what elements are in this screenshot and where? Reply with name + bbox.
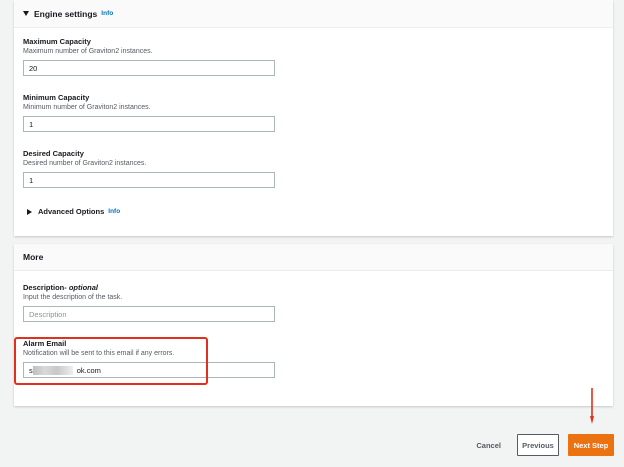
engine-settings-title: Engine settings bbox=[34, 8, 98, 19]
previous-button[interactable]: Previous bbox=[517, 434, 559, 456]
wizard-footer: Cancel Previous Next Step bbox=[476, 434, 614, 456]
engine-settings-panel: Engine settings Info Maximum Capacity Ma… bbox=[14, 0, 613, 236]
more-title: More bbox=[23, 252, 44, 262]
description-label-text: Description bbox=[23, 283, 65, 292]
desired-capacity-input[interactable]: 1 bbox=[23, 172, 275, 188]
max-capacity-input[interactable]: 20 bbox=[23, 60, 275, 76]
max-capacity-field: Maximum Capacity Maximum number of Gravi… bbox=[23, 37, 275, 76]
min-capacity-label: Minimum Capacity bbox=[23, 93, 90, 102]
advanced-options-toggle[interactable]: Advanced Options Info bbox=[27, 207, 120, 216]
cancel-button[interactable]: Cancel bbox=[476, 441, 501, 450]
caret-down-icon[interactable] bbox=[23, 11, 29, 16]
desired-capacity-description: Desired number of Graviton2 instances. bbox=[23, 160, 147, 167]
description-help: Input the description of the task. bbox=[23, 294, 123, 301]
min-capacity-field: Minimum Capacity Minimum number of Gravi… bbox=[23, 93, 275, 132]
advanced-options-label[interactable]: Advanced Options bbox=[38, 207, 104, 216]
more-header: More bbox=[14, 244, 613, 271]
advanced-options-info-link[interactable]: Info bbox=[108, 208, 120, 215]
min-capacity-input[interactable]: 1 bbox=[23, 116, 275, 132]
desired-capacity-field: Desired Capacity Desired number of Gravi… bbox=[23, 149, 275, 188]
max-capacity-label: Maximum Capacity bbox=[23, 37, 91, 46]
desired-capacity-label: Desired Capacity bbox=[23, 149, 84, 158]
min-capacity-description: Minimum number of Graviton2 instances. bbox=[23, 104, 151, 111]
annotation-highlight-box bbox=[14, 337, 208, 385]
description-input[interactable]: Description bbox=[23, 306, 275, 322]
description-label: Description- optional bbox=[23, 283, 275, 292]
annotation-arrow-icon bbox=[590, 388, 594, 424]
engine-settings-header[interactable]: Engine settings Info bbox=[14, 0, 613, 28]
caret-right-icon[interactable] bbox=[27, 208, 32, 215]
engine-settings-info-link[interactable]: Info bbox=[101, 10, 113, 17]
max-capacity-description: Maximum number of Graviton2 instances. bbox=[23, 48, 153, 55]
next-step-button[interactable]: Next Step bbox=[568, 434, 614, 456]
description-optional-tag: - optional bbox=[64, 283, 99, 292]
description-field: Description- optional Input the descript… bbox=[23, 283, 275, 322]
